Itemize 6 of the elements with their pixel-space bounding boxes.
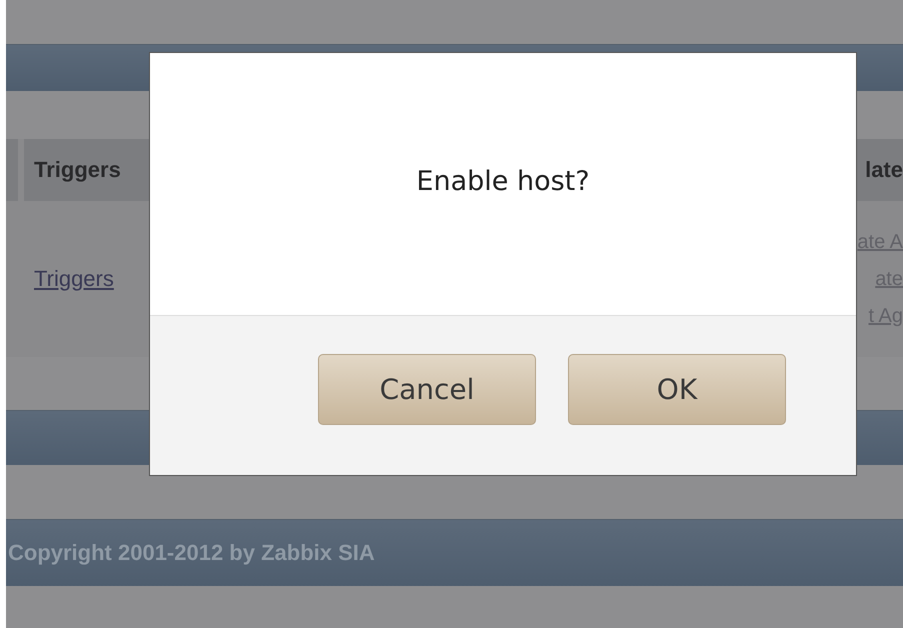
dialog-message: Enable host? bbox=[416, 166, 590, 196]
ok-button[interactable]: OK bbox=[568, 354, 786, 425]
table-header-cell bbox=[6, 139, 18, 201]
copyright-text: Copyright 2001-2012 by Zabbix SIA bbox=[8, 540, 375, 566]
triggers-link[interactable]: Triggers bbox=[34, 266, 114, 292]
cancel-button[interactable]: Cancel bbox=[318, 354, 536, 425]
